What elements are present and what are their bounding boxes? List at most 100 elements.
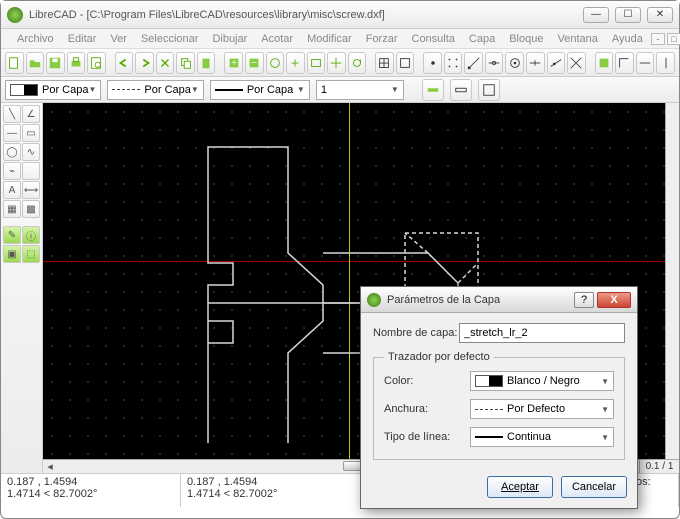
snap-center-button[interactable]: [505, 52, 524, 74]
linetype-combo[interactable]: Continua ▼: [470, 427, 614, 447]
zoom-window-button[interactable]: [307, 52, 326, 74]
close-button[interactable]: ✕: [647, 7, 673, 23]
redo-button[interactable]: [135, 52, 154, 74]
cancel-button[interactable]: Cancelar: [561, 476, 627, 498]
mdi-restore-button[interactable]: □: [667, 33, 680, 45]
linetype-label: Tipo de línea:: [384, 431, 470, 443]
zoom-redraw-button[interactable]: [348, 52, 367, 74]
menu-capa[interactable]: Capa: [463, 31, 501, 47]
mdi-minimize-button[interactable]: -: [651, 33, 665, 45]
zoom-pan-button[interactable]: [327, 52, 346, 74]
linetype-bylayer-combo[interactable]: Por Capa ▼: [210, 80, 310, 100]
menu-consulta[interactable]: Consulta: [406, 31, 461, 47]
maximize-button[interactable]: ☐: [615, 7, 641, 23]
toolopt-1-button[interactable]: [422, 79, 444, 101]
menu-seleccionar[interactable]: Seleccionar: [135, 31, 204, 47]
zoom-in-button[interactable]: +: [224, 52, 243, 74]
tool-rect[interactable]: ▭: [22, 124, 40, 142]
zoom-indicator: 0.1 / 1: [639, 459, 679, 473]
lineweight-combo[interactable]: 1 ▼: [316, 80, 404, 100]
zoom-out-button[interactable]: −: [245, 52, 264, 74]
toolopt-3-button[interactable]: [478, 79, 500, 101]
tool-modify[interactable]: ✎: [3, 226, 21, 244]
color-label: Color:: [384, 375, 470, 387]
menu-forzar[interactable]: Forzar: [360, 31, 404, 47]
snap-middle-button[interactable]: [526, 52, 545, 74]
layer-name-input[interactable]: [459, 323, 625, 343]
tool-image[interactable]: ▩: [22, 200, 40, 218]
width-bylayer-combo[interactable]: Por Capa ▼: [107, 80, 203, 100]
menu-archivo[interactable]: Archivo: [11, 31, 60, 47]
menu-ayuda[interactable]: Ayuda: [606, 31, 649, 47]
svg-text:+: +: [231, 57, 237, 68]
vertical-scrollbar[interactable]: [665, 103, 679, 459]
toolopt-2-button[interactable]: [450, 79, 472, 101]
menu-acotar[interactable]: Acotar: [255, 31, 299, 47]
chevron-down-icon: ▼: [601, 433, 609, 442]
tool-select[interactable]: ⬚: [22, 245, 40, 263]
snap-free-button[interactable]: [423, 52, 442, 74]
restrict-vert-button[interactable]: [656, 52, 675, 74]
chevron-down-icon: ▼: [391, 85, 399, 94]
tool-line[interactable]: ╲: [3, 105, 21, 123]
tool-angle[interactable]: ∠: [22, 105, 40, 123]
snap-grid-button[interactable]: [444, 52, 463, 74]
restrict-horiz-button[interactable]: [636, 52, 655, 74]
copy-button[interactable]: [176, 52, 195, 74]
paste-button[interactable]: [197, 52, 216, 74]
minimize-button[interactable]: —: [583, 7, 609, 23]
dialog-help-button[interactable]: ?: [574, 292, 594, 308]
snap-intersection-button[interactable]: [567, 52, 586, 74]
restrict-nothing-button[interactable]: [595, 52, 614, 74]
dialog-titlebar[interactable]: Parámetros de la Capa ? X: [361, 287, 637, 313]
tool-info[interactable]: ⓘ: [22, 226, 40, 244]
svg-text:−: −: [251, 57, 257, 68]
cut-button[interactable]: [156, 52, 175, 74]
dialog-app-icon: [367, 293, 381, 307]
chevron-down-icon: ▼: [601, 377, 609, 386]
tool-dimension[interactable]: ⟷: [22, 181, 40, 199]
restrict-ortho-button[interactable]: [615, 52, 634, 74]
tool-spline[interactable]: ∿: [22, 143, 40, 161]
print-button[interactable]: [67, 52, 86, 74]
snap-endpoint-button[interactable]: [464, 52, 483, 74]
combo-label: Por Capa: [42, 84, 88, 96]
dash-icon: [475, 409, 503, 410]
tool-polyline[interactable]: ⌁: [3, 162, 21, 180]
menu-ventana[interactable]: Ventana: [551, 31, 603, 47]
tool-hline[interactable]: ―: [3, 124, 21, 142]
draft-toggle-button[interactable]: [396, 52, 415, 74]
menu-dibujar[interactable]: Dibujar: [206, 31, 253, 47]
status-coords-abs: 0.187 , 1.4594 1.4714 < 82.7002°: [1, 474, 181, 507]
tool-text[interactable]: A: [3, 181, 21, 199]
scroll-left-icon[interactable]: ◂: [43, 461, 57, 473]
dialog-close-button[interactable]: X: [597, 292, 631, 308]
grid-toggle-button[interactable]: [375, 52, 394, 74]
open-file-button[interactable]: [26, 52, 45, 74]
menu-ver[interactable]: Ver: [104, 31, 133, 47]
save-file-button[interactable]: [46, 52, 65, 74]
draw-toolbox: ╲∠ ―▭ ◯∿ ⌁ A⟷ ▦▩ ✎ⓘ ▣⬚: [1, 103, 43, 473]
tool-block[interactable]: ▣: [3, 245, 21, 263]
color-bylayer-combo[interactable]: Por Capa ▼: [5, 80, 101, 100]
combo-label: Por Capa: [247, 84, 293, 96]
snap-entity-button[interactable]: [485, 52, 504, 74]
linetype-value: Continua: [507, 431, 551, 443]
status-coords-rel: 0.187 , 1.4594 1.4714 < 82.7002°: [181, 474, 361, 507]
undo-button[interactable]: [115, 52, 134, 74]
zoom-extents-button[interactable]: [266, 52, 285, 74]
color-combo[interactable]: Blanco / Negro ▼: [470, 371, 614, 391]
menu-bloque[interactable]: Bloque: [503, 31, 549, 47]
zoom-previous-button[interactable]: [286, 52, 305, 74]
width-combo[interactable]: Por Defecto ▼: [470, 399, 614, 419]
ok-button[interactable]: Aceptar: [487, 476, 553, 498]
new-file-button[interactable]: [5, 52, 24, 74]
tool-ellipse[interactable]: ◯: [3, 143, 21, 161]
chevron-down-icon: ▼: [88, 85, 96, 94]
menu-editar[interactable]: Editar: [62, 31, 103, 47]
color-value: Blanco / Negro: [507, 375, 580, 387]
menu-modificar[interactable]: Modificar: [301, 31, 358, 47]
snap-distance-button[interactable]: [547, 52, 566, 74]
tool-hatch[interactable]: ▦: [3, 200, 21, 218]
print-preview-button[interactable]: [87, 52, 106, 74]
